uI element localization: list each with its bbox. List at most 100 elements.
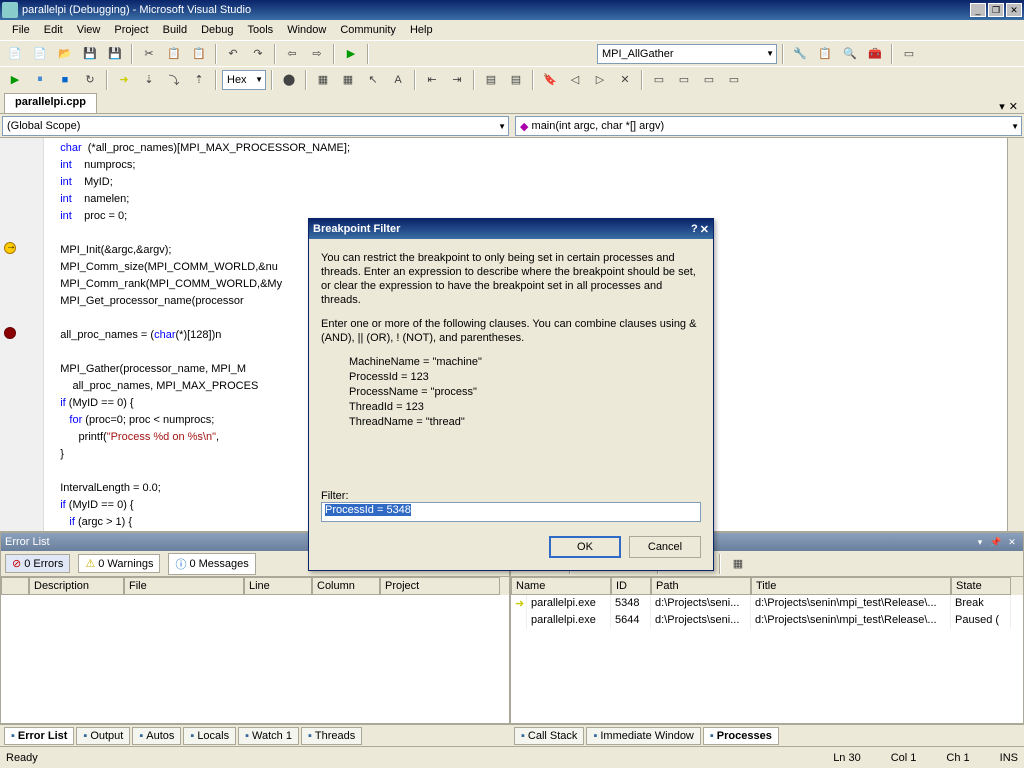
- redo-icon[interactable]: ↷: [247, 43, 269, 65]
- tb-icon-1[interactable]: ▦: [312, 69, 334, 91]
- add-item-icon[interactable]: 📄: [29, 43, 51, 65]
- error-col-header[interactable]: Line: [244, 577, 312, 595]
- uncomment-icon[interactable]: ▤: [505, 69, 527, 91]
- proc-attach-icon[interactable]: ▦: [727, 553, 749, 575]
- panel-pin-icon[interactable]: 📌: [989, 536, 1003, 548]
- process-row[interactable]: ➜parallelpi.exe5348d:\Projects\seni...d:…: [511, 595, 1023, 612]
- messages-chip[interactable]: ⓘ0 Messages: [168, 553, 255, 575]
- tab-threads[interactable]: ▪Threads: [301, 727, 362, 745]
- undo-icon[interactable]: ↶: [222, 43, 244, 65]
- cut-icon[interactable]: ✂: [138, 43, 160, 65]
- region-icon[interactable]: ▭: [648, 69, 670, 91]
- error-col-header[interactable]: Description: [29, 577, 124, 595]
- bookmark-prev-icon[interactable]: ◁: [564, 69, 586, 91]
- menu-tools[interactable]: Tools: [242, 22, 280, 38]
- stop-icon[interactable]: ■: [54, 69, 76, 91]
- save-icon[interactable]: 💾: [79, 43, 101, 65]
- process-row[interactable]: parallelpi.exe5644d:\Projects\seni...d:\…: [511, 612, 1023, 629]
- error-col-header[interactable]: Project: [380, 577, 500, 595]
- pause-icon[interactable]: ⏸: [29, 69, 51, 91]
- step-into-icon[interactable]: ⇣: [138, 69, 160, 91]
- menu-window[interactable]: Window: [281, 22, 332, 38]
- tab-output[interactable]: ▪Output: [76, 727, 130, 745]
- error-col-header[interactable]: File: [124, 577, 244, 595]
- window-icon[interactable]: ▭: [898, 43, 920, 65]
- menu-debug[interactable]: Debug: [195, 22, 239, 38]
- tab-call-stack[interactable]: ▪Call Stack: [514, 727, 584, 745]
- dialog-titlebar[interactable]: Breakpoint Filter ? ✕: [309, 219, 713, 239]
- editor-gutter[interactable]: [0, 138, 44, 531]
- errors-chip[interactable]: ⊘0 Errors: [5, 554, 70, 573]
- cancel-button[interactable]: Cancel: [629, 536, 701, 558]
- proc-col-header[interactable]: State: [951, 577, 1011, 595]
- filter-input[interactable]: ProcessId = 5348: [321, 502, 701, 522]
- indent-dec-icon[interactable]: ⇤: [421, 69, 443, 91]
- nav-fwd-icon[interactable]: ⇨: [306, 43, 328, 65]
- tab-close-icon[interactable]: ✕: [1009, 100, 1018, 113]
- new-project-icon[interactable]: 📄: [4, 43, 26, 65]
- maximize-button[interactable]: ❐: [988, 3, 1004, 17]
- tb-icon-2[interactable]: ▦: [337, 69, 359, 91]
- font-icon[interactable]: A: [387, 69, 409, 91]
- properties-icon[interactable]: 📋: [814, 43, 836, 65]
- processes-grid[interactable]: NameIDPathTitleState ➜parallelpi.exe5348…: [511, 577, 1023, 723]
- region3-icon[interactable]: ▭: [698, 69, 720, 91]
- menu-help[interactable]: Help: [404, 22, 439, 38]
- start-debug-icon[interactable]: ▶: [340, 43, 362, 65]
- warnings-chip[interactable]: ⚠0 Warnings: [78, 554, 160, 573]
- panel-dropdown-icon[interactable]: ▾: [973, 536, 987, 548]
- hex-toggle[interactable]: Hex: [222, 70, 266, 90]
- open-icon[interactable]: 📂: [54, 43, 76, 65]
- bookmark-next-icon[interactable]: ▷: [589, 69, 611, 91]
- tab-immediate-window[interactable]: ▪Immediate Window: [586, 727, 700, 745]
- copy-icon[interactable]: 📋: [163, 43, 185, 65]
- save-all-icon[interactable]: 💾: [104, 43, 126, 65]
- vertical-scrollbar[interactable]: [1007, 138, 1024, 531]
- tab-locals[interactable]: ▪Locals: [183, 727, 236, 745]
- proc-col-header[interactable]: ID: [611, 577, 651, 595]
- step-over-icon[interactable]: ⤵: [163, 69, 185, 91]
- breakpoint-marker[interactable]: [4, 327, 16, 339]
- region2-icon[interactable]: ▭: [673, 69, 695, 91]
- restart-icon[interactable]: ↻: [79, 69, 101, 91]
- proc-col-header[interactable]: Path: [651, 577, 751, 595]
- pointer-icon[interactable]: ↖: [362, 69, 384, 91]
- object-browser-icon[interactable]: 🔍: [839, 43, 861, 65]
- proc-col-header[interactable]: Title: [751, 577, 951, 595]
- ok-button[interactable]: OK: [549, 536, 621, 558]
- dialog-close-button[interactable]: ✕: [700, 223, 709, 236]
- tab-autos[interactable]: ▪Autos: [132, 727, 181, 745]
- comment-icon[interactable]: ▤: [480, 69, 502, 91]
- continue-icon[interactable]: ▶: [4, 69, 26, 91]
- scope-combo-right[interactable]: ◆ main(int argc, char *[] argv): [515, 116, 1022, 136]
- breakpoints-icon[interactable]: ⬤: [278, 69, 300, 91]
- indent-inc-icon[interactable]: ⇥: [446, 69, 468, 91]
- paste-icon[interactable]: 📋: [188, 43, 210, 65]
- scope-combo-left[interactable]: (Global Scope): [2, 116, 509, 136]
- nav-back-icon[interactable]: ⇦: [281, 43, 303, 65]
- proc-col-header[interactable]: Name: [511, 577, 611, 595]
- error-col-header[interactable]: Column: [312, 577, 380, 595]
- menu-community[interactable]: Community: [334, 22, 402, 38]
- current-line-marker[interactable]: [4, 242, 16, 254]
- tool-icon[interactable]: 🔧: [789, 43, 811, 65]
- dialog-help-button[interactable]: ?: [691, 223, 698, 236]
- error-col-header[interactable]: [1, 577, 29, 595]
- tab-error-list[interactable]: ▪Error List: [4, 727, 74, 745]
- step-out-icon[interactable]: ⇡: [188, 69, 210, 91]
- toolbox-icon[interactable]: 🧰: [864, 43, 886, 65]
- search-combo[interactable]: MPI_AllGather: [597, 44, 777, 64]
- bookmark-icon[interactable]: 🔖: [539, 69, 561, 91]
- tab-dropdown-icon[interactable]: ▾: [999, 100, 1005, 113]
- region4-icon[interactable]: ▭: [723, 69, 745, 91]
- close-button[interactable]: ✕: [1006, 3, 1022, 17]
- error-grid[interactable]: DescriptionFileLineColumnProject: [1, 577, 509, 723]
- menu-view[interactable]: View: [71, 22, 107, 38]
- show-next-icon[interactable]: ➜: [113, 69, 135, 91]
- tab-file[interactable]: parallelpi.cpp: [4, 93, 97, 113]
- menu-edit[interactable]: Edit: [38, 22, 69, 38]
- tab-processes[interactable]: ▪Processes: [703, 727, 779, 745]
- menu-project[interactable]: Project: [108, 22, 154, 38]
- panel-close-icon[interactable]: ✕: [1005, 536, 1019, 548]
- minimize-button[interactable]: _: [970, 3, 986, 17]
